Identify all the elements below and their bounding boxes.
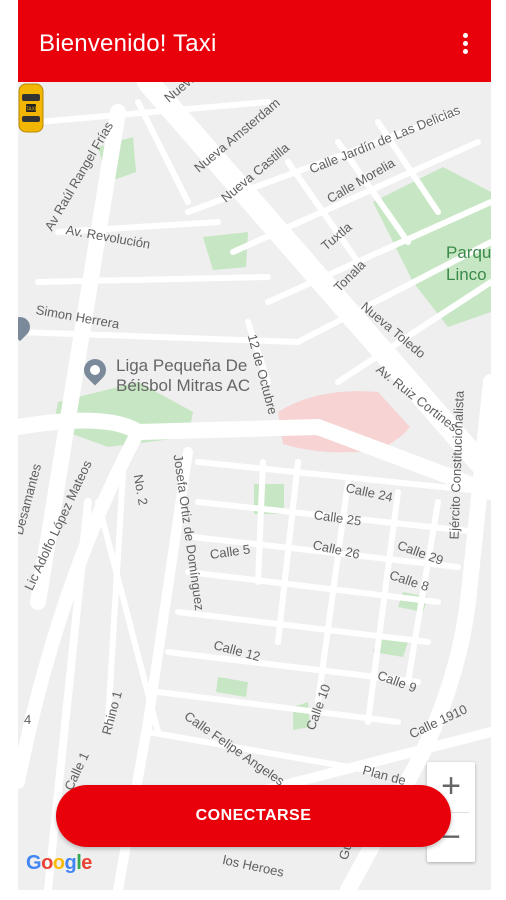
app-bar: Bienvenido! Taxi <box>18 0 491 82</box>
map-view[interactable]: Nueva Ca Nueva Amsterdam Nueva Castilla … <box>18 82 491 890</box>
taxi-icon[interactable]: TAXI <box>18 82 44 134</box>
poi-label[interactable]: Liga Pequeña De Béisbol Mitras AC <box>116 356 250 396</box>
svg-text:TAXI: TAXI <box>26 107 37 113</box>
connect-button[interactable]: CONECTARSE <box>56 785 451 847</box>
page-title: Bienvenido! Taxi <box>39 30 217 57</box>
park-label[interactable]: Parqu Linco <box>446 242 491 286</box>
street-label: 4 <box>24 712 32 727</box>
google-logo: Google <box>26 852 92 874</box>
more-vert-icon[interactable] <box>459 33 471 57</box>
